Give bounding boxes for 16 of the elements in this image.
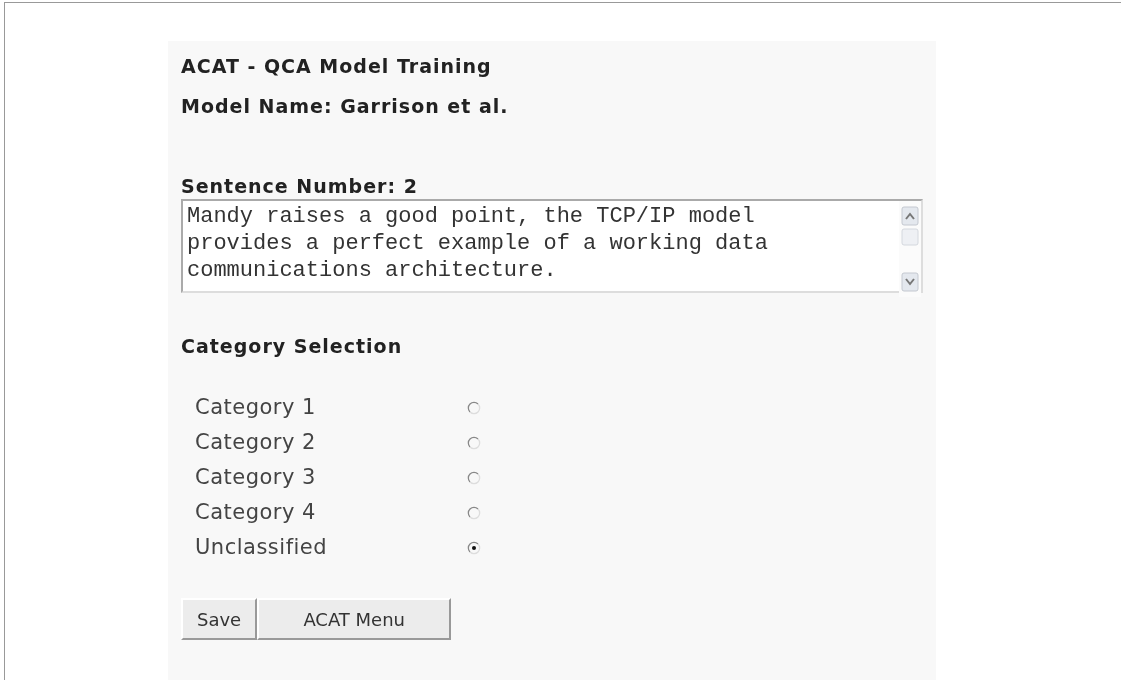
menu-button[interactable]: ACAT Menu <box>257 598 452 640</box>
save-button[interactable]: Save <box>181 598 258 640</box>
sentence-number-label: Sentence Number: 2 <box>181 175 418 197</box>
category-label: Category 4 <box>195 500 317 525</box>
category-label: Category 3 <box>195 465 317 490</box>
category-label: Unclassified <box>195 535 329 560</box>
radio-button[interactable] <box>467 540 481 555</box>
model-name: Model Name: Garrison et al. <box>181 95 509 117</box>
radio-button[interactable] <box>467 435 481 450</box>
radio-button[interactable] <box>467 470 481 485</box>
page-title: ACAT - QCA Model Training <box>181 55 492 77</box>
radio-button[interactable] <box>467 505 481 520</box>
section-heading: Category Selection <box>181 335 403 357</box>
category-label: Category 2 <box>195 430 317 455</box>
radio-button[interactable] <box>467 400 481 415</box>
category-label: Category 1 <box>195 395 317 420</box>
